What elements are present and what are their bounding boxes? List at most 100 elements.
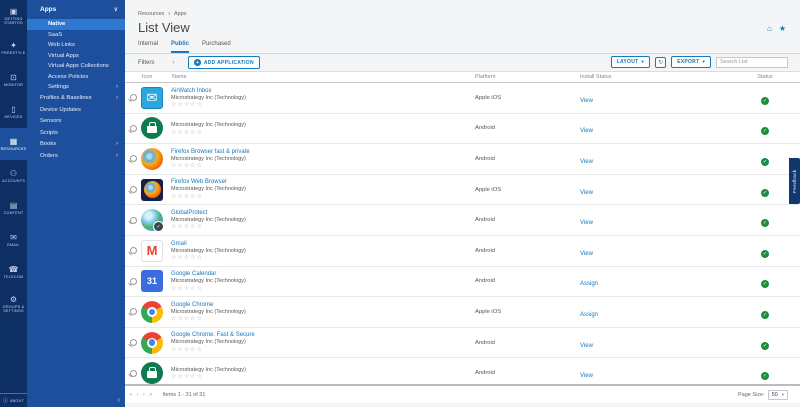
search-input[interactable] — [716, 57, 788, 68]
install-status-link[interactable]: View — [580, 343, 593, 349]
sidebar-item-saas[interactable]: SaaS — [27, 30, 125, 41]
rail-item-content[interactable]: ▤ CONTENT — [0, 192, 27, 224]
home-icon[interactable]: ⌂ — [767, 24, 772, 33]
sidebar-item-profiles-baselines[interactable]: Profiles & Baselines › — [27, 93, 125, 105]
table-row: Microstrategy Inc (Technology) ☆☆☆☆☆ And… — [125, 114, 800, 145]
chevron-down-icon: ▾ — [782, 392, 784, 398]
export-label: EXPORT — [677, 59, 699, 65]
prev-page-icon[interactable]: ‹ — [137, 391, 139, 398]
sidebar-item-settings[interactable]: Settings › — [27, 82, 125, 93]
app-name-link[interactable]: Google Calendar — [171, 271, 475, 277]
magnifier-icon[interactable] — [130, 94, 137, 101]
table-row: Google Chrome: Fast & Secure Microstrate… — [125, 328, 800, 359]
sidebar-item-virtual-apps[interactable]: Virtual Apps — [27, 51, 125, 62]
store-briefcase-icon — [141, 362, 163, 384]
magnifier-icon[interactable] — [130, 370, 137, 377]
app-name-link[interactable]: AirWatch Inbox — [171, 88, 475, 94]
left-icon-rail: ▣ GETTING STARTED ✦ FREESTYLE ⊡ MONITOR … — [0, 0, 27, 407]
first-page-icon[interactable]: « — [129, 391, 133, 398]
platform-cell: Android — [475, 278, 580, 284]
rail-item-label: EMAIL — [7, 243, 19, 247]
page-size-select[interactable]: 50 ▾ — [768, 390, 788, 400]
sidebar-item-access-policies[interactable]: Access Policies — [27, 72, 125, 83]
table-row: Google Calendar Microstrategy Inc (Techn… — [125, 267, 800, 298]
apps-table: Icon Name Platform Install Status Status… — [125, 71, 800, 389]
install-status-link[interactable]: View — [580, 159, 593, 165]
install-status-link[interactable]: View — [580, 128, 593, 134]
sidebar-item-orders[interactable]: Orders › — [27, 150, 125, 162]
app-vendor: Microstrategy Inc (Technology) — [171, 248, 475, 254]
app-name-link[interactable]: Google Chrome — [171, 302, 475, 308]
rail-item-monitor[interactable]: ⊡ MONITOR — [0, 64, 27, 96]
tab-internal[interactable]: Internal — [138, 41, 158, 53]
magnifier-icon[interactable] — [130, 155, 137, 162]
page-size-label: Page Size: — [738, 392, 765, 398]
favorite-star-icon[interactable]: ★ — [779, 24, 786, 33]
app-name-link[interactable]: GlobalProtect — [171, 210, 475, 216]
rail-item-accounts[interactable]: ⚇ ACCOUNTS — [0, 160, 27, 192]
rail-item-telecom[interactable]: ☎ TELECOM — [0, 256, 27, 288]
app-name-link[interactable]: Firefox Browser fast & private — [171, 149, 475, 155]
rail-item-email[interactable]: ✉ EMAIL — [0, 224, 27, 256]
magnifier-icon[interactable] — [130, 247, 137, 254]
app-name-link[interactable]: Google Chrome: Fast & Secure — [171, 332, 475, 338]
install-status-link[interactable]: View — [580, 251, 593, 257]
filters-button[interactable]: Filters › — [138, 60, 174, 66]
install-status-link[interactable]: View — [580, 190, 593, 196]
rail-item-groups-settings[interactable]: ⚙ GROUPS & SETTINGS — [0, 288, 27, 320]
app-name-link[interactable]: Firefox Web Browser — [171, 179, 475, 185]
magnifier-icon[interactable] — [130, 217, 137, 224]
sidebar-item-sensors[interactable]: Sensors — [27, 116, 125, 128]
rail-item-label: FREESTYLE — [2, 51, 26, 55]
toolbar: Filters › + ADD APPLICATION LAYOUT ▾ ↻ E… — [125, 54, 800, 71]
magnifier-icon[interactable] — [130, 125, 137, 132]
magnifier-icon[interactable] — [130, 339, 137, 346]
app-name-link[interactable]: Gmail — [171, 241, 475, 247]
sidebar-items: Apps ∨ Native SaaS Web Links Virtual App… — [27, 0, 125, 162]
rail-item-resources[interactable]: ▦ RESOURCES — [0, 128, 27, 160]
layout-button[interactable]: LAYOUT ▾ — [611, 56, 650, 68]
star-rating: ☆☆☆☆☆ — [171, 254, 475, 261]
sidebar-item-virtual-apps-collections[interactable]: Virtual Apps Collections — [27, 61, 125, 72]
sidebar-section-apps[interactable]: Apps ∨ — [27, 0, 125, 19]
sidebar-collapse-icon[interactable]: ‹ — [118, 397, 120, 404]
tab-public[interactable]: Public — [171, 41, 189, 53]
pagination-footer: « ‹ › » Items 1 - 31 of 31 Page Size: 50… — [125, 384, 800, 403]
sidebar-item-web-links[interactable]: Web Links — [27, 40, 125, 51]
sidebar-item-books[interactable]: Books › — [27, 139, 125, 151]
filters-label: Filters — [138, 60, 154, 66]
magnifier-icon[interactable] — [130, 278, 137, 285]
sidebar-item-label: Access Policies — [48, 74, 88, 80]
install-status-link[interactable]: Assign — [580, 312, 598, 318]
feedback-tab[interactable]: Feedback — [789, 158, 800, 204]
last-page-icon[interactable]: » — [149, 391, 153, 398]
refresh-button[interactable]: ↻ — [655, 57, 666, 68]
add-application-button[interactable]: + ADD APPLICATION — [188, 56, 260, 69]
export-button[interactable]: EXPORT ▾ — [671, 56, 711, 68]
rail-item-devices[interactable]: ▯ DEVICES — [0, 96, 27, 128]
platform-cell: Android — [475, 217, 580, 223]
rail-item-freestyle[interactable]: ✦ FREESTYLE — [0, 32, 27, 64]
monitor-icon: ⊡ — [10, 74, 17, 82]
magnifier-icon[interactable] — [130, 308, 137, 315]
install-status-link[interactable]: View — [580, 98, 593, 104]
sidebar-item-scripts[interactable]: Scripts — [27, 127, 125, 139]
tab-purchased[interactable]: Purchased — [202, 41, 231, 53]
magnifier-icon[interactable] — [130, 186, 137, 193]
next-page-icon[interactable]: › — [143, 391, 145, 398]
sidebar-item-label: Settings — [48, 84, 69, 90]
breadcrumb-resources[interactable]: Resources — [138, 11, 164, 17]
about-button[interactable]: ⓘ ABOUT — [0, 393, 27, 407]
sidebar-item-device-updates[interactable]: Device Updates — [27, 104, 125, 116]
rail-item-getting-started[interactable]: ▣ GETTING STARTED — [0, 0, 27, 32]
install-status-link[interactable]: View — [580, 373, 593, 379]
app-vendor: Microstrategy Inc (Technology) — [171, 122, 475, 128]
status-ok-icon: ✓ — [761, 372, 769, 380]
breadcrumb-apps[interactable]: Apps — [174, 11, 187, 17]
layout-label: LAYOUT — [617, 59, 639, 65]
install-status-link[interactable]: Assign — [580, 281, 598, 287]
sidebar-item-native[interactable]: Native — [27, 19, 125, 30]
sidebar-item-label: Device Updates — [40, 107, 81, 113]
star-rating: ☆☆☆☆☆ — [171, 162, 475, 169]
install-status-link[interactable]: View — [580, 220, 593, 226]
